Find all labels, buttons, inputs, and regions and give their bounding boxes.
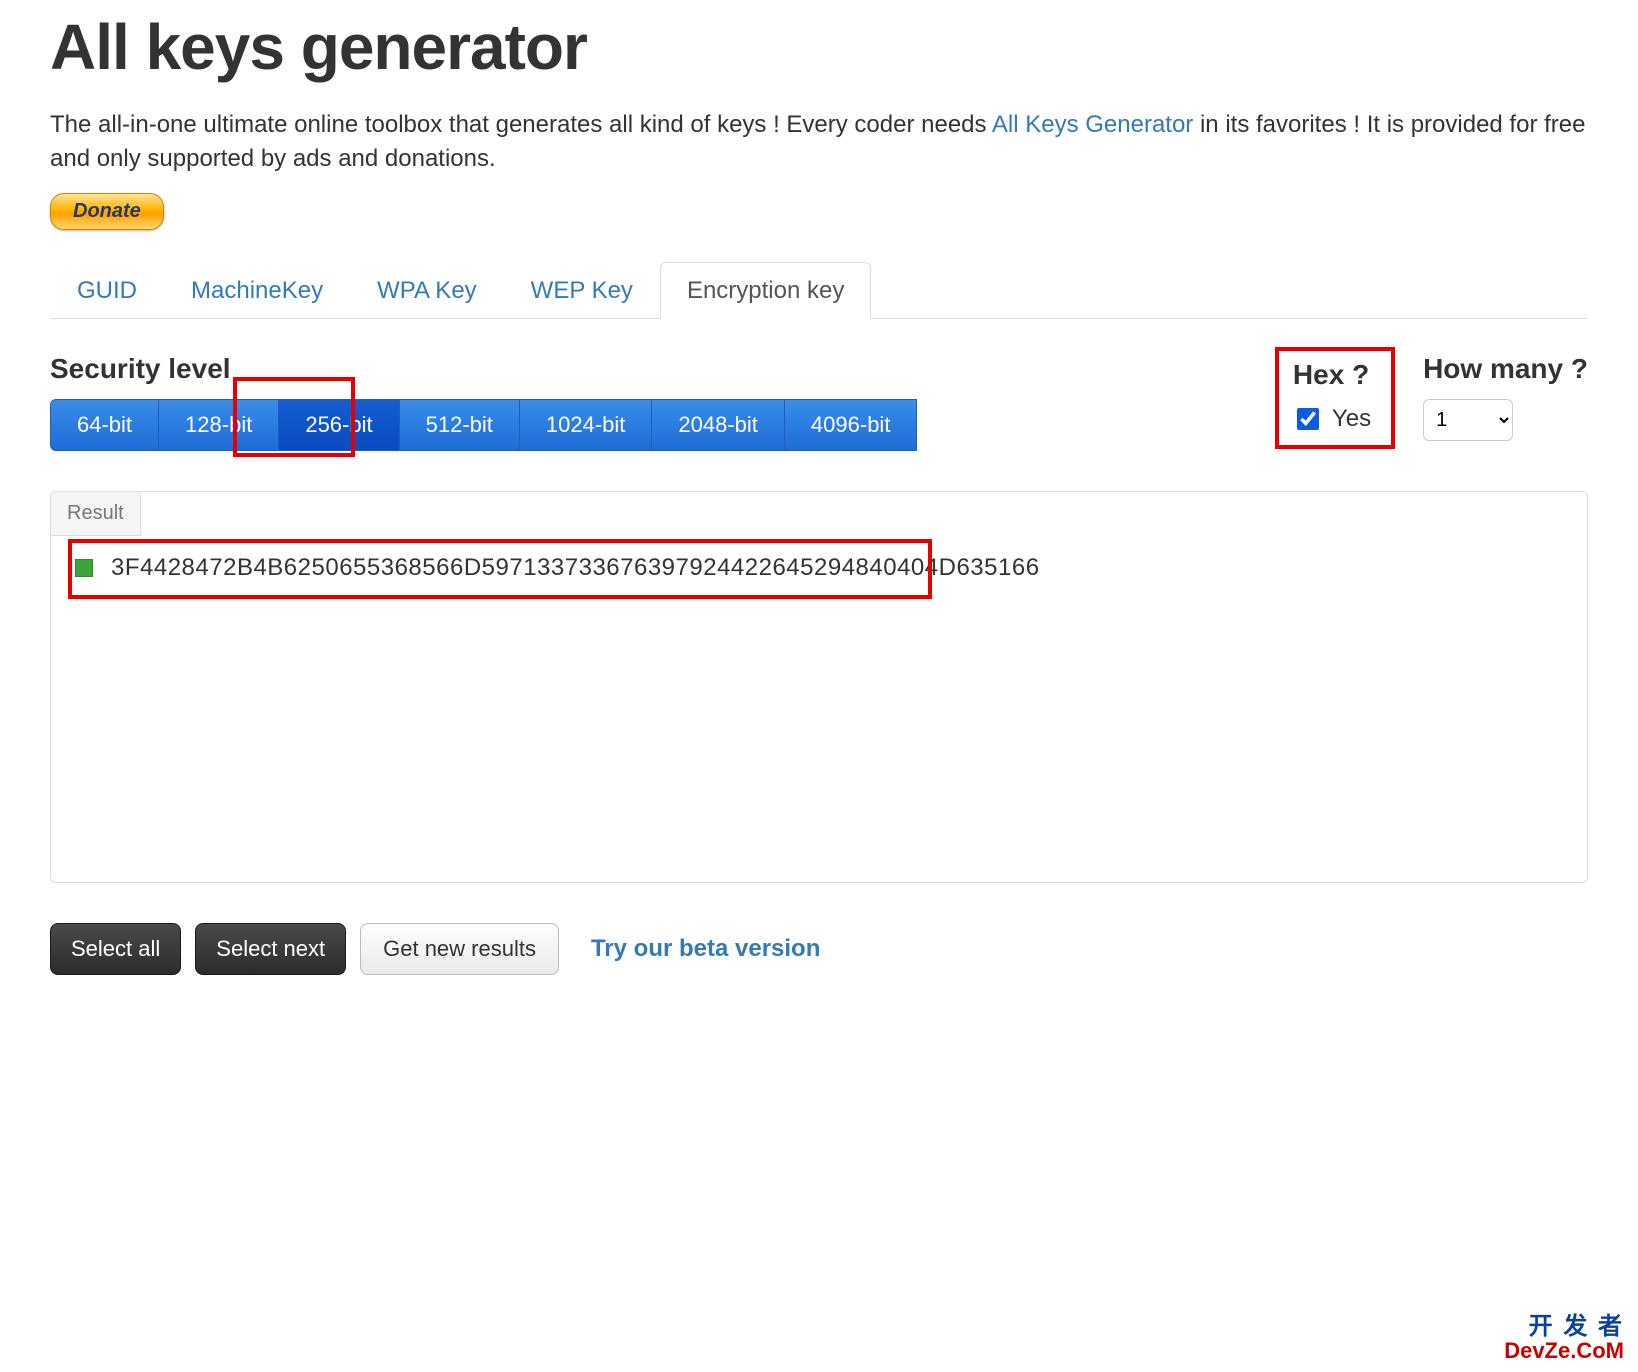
watermark-line1: 开 发 者 [1504,1314,1624,1339]
tabs: GUID MachineKey WPA Key WEP Key Encrypti… [50,262,1588,319]
intro-text: The all-in-one ultimate online toolbox t… [50,108,1588,175]
get-new-results-button[interactable]: Get new results [360,923,559,975]
intro-prefix: The all-in-one ultimate online toolbox t… [50,111,992,138]
howmany-title: How many ? [1423,353,1588,385]
bit-4096[interactable]: 4096-bit [785,399,918,451]
donate-button[interactable]: Donate [50,193,164,230]
bit-64[interactable]: 64-bit [50,399,159,451]
security-level-group: 64-bit 128-bit 256-bit 512-bit 1024-bit … [50,399,1241,451]
bit-256[interactable]: 256-bit [279,399,399,451]
result-row[interactable]: 3F4428472B4B6250655368566D59713373367639… [75,554,1563,582]
bit-1024[interactable]: 1024-bit [520,399,653,451]
tab-machinekey[interactable]: MachineKey [164,262,350,319]
result-tab: Result [50,491,141,536]
bit-512[interactable]: 512-bit [400,399,520,451]
howmany-select[interactable]: 1 [1423,399,1513,441]
page-title: All keys generator [50,10,1588,84]
beta-version-link[interactable]: Try our beta version [591,935,820,963]
result-key-value: 3F4428472B4B6250655368566D59713373367639… [111,554,1040,582]
bit-128[interactable]: 128-bit [159,399,279,451]
select-next-button[interactable]: Select next [195,923,346,975]
security-level-title: Security level [50,353,1241,385]
hex-checkbox-label: Yes [1332,405,1371,433]
watermark-line2: DevZe.CoM [1504,1339,1624,1362]
tab-wpa-key[interactable]: WPA Key [350,262,504,319]
intro-link[interactable]: All Keys Generator [992,111,1193,138]
tab-encryption-key[interactable]: Encryption key [660,262,871,319]
watermark: 开 发 者 DevZe.CoM [1504,1314,1624,1362]
select-all-button[interactable]: Select all [50,923,181,975]
hex-checkbox[interactable] [1297,408,1319,430]
tab-wep-key[interactable]: WEP Key [504,262,660,319]
bit-2048[interactable]: 2048-bit [652,399,785,451]
hex-title: Hex ? [1293,359,1371,391]
result-panel: Result 3F4428472B4B6250655368566D5971337… [50,491,1588,883]
status-square-icon [75,559,93,577]
tab-guid[interactable]: GUID [50,262,164,319]
